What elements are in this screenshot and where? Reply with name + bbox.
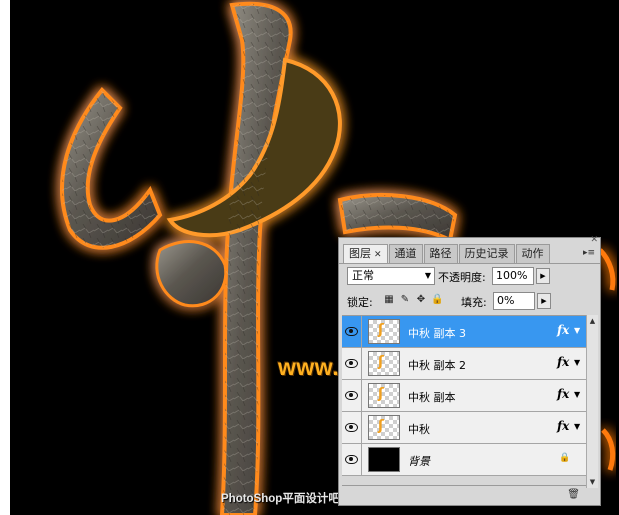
layer-name: 背景 xyxy=(408,455,430,468)
tab-history[interactable]: 历史记录 xyxy=(458,244,515,263)
expand-effects-icon[interactable]: ▼ xyxy=(574,358,580,367)
tab-label: 通道 xyxy=(394,247,417,260)
visibility-toggle[interactable] xyxy=(342,380,362,411)
fx-icon[interactable]: fx xyxy=(557,323,569,337)
layer-row[interactable]: ʃ 中秋 副本 3 fx ▼ xyxy=(342,316,586,348)
tab-divider xyxy=(339,263,600,264)
layer-row[interactable]: ʃ 中秋 fx ▼ xyxy=(342,412,586,444)
lock-row: 锁定: ▦ ✎ ✥ 🔒 填充: 0% ▶ xyxy=(343,290,598,312)
layer-list-scrollbar[interactable]: ▲ ▼ xyxy=(586,315,598,488)
eye-icon xyxy=(345,391,358,400)
eye-icon xyxy=(345,455,358,464)
layer-thumbnail: ʃ xyxy=(368,319,400,344)
layer-thumbnail: ʃ xyxy=(368,383,400,408)
layer-thumbnail: ʃ xyxy=(368,415,400,440)
layer-thumbnail: ʃ xyxy=(368,351,400,376)
visibility-toggle[interactable] xyxy=(342,412,362,443)
expand-effects-icon[interactable]: ▼ xyxy=(574,390,580,399)
panel-bottom-bar: 🗑 xyxy=(342,485,586,504)
fx-icon[interactable]: fx xyxy=(557,419,569,433)
layer-name: 中秋 xyxy=(408,423,430,436)
lock-icon: 🔒 xyxy=(559,453,571,463)
dropdown-arrow-icon: ▼ xyxy=(424,271,431,280)
layers-panel: ✕ 图层 ✕ 通道 路径 历史记录 动作 ▸≡ 正常 ▼ 不透明度: 100% ▶… xyxy=(338,235,601,506)
opacity-slider-button[interactable]: ▶ xyxy=(536,268,550,284)
fx-icon[interactable]: fx xyxy=(557,355,569,369)
layer-name: 中秋 副本 xyxy=(408,391,456,404)
lock-position-move-icon[interactable]: ✥ xyxy=(415,294,427,306)
lock-all-icon[interactable]: 🔒 xyxy=(431,294,443,306)
visibility-toggle[interactable] xyxy=(342,348,362,379)
layer-row[interactable]: 背景 🔒 xyxy=(342,444,586,476)
opacity-label: 不透明度: xyxy=(438,271,486,284)
tab-channels[interactable]: 通道 xyxy=(388,244,423,263)
text-shape-icon: ʃ xyxy=(378,322,384,338)
eye-icon xyxy=(345,359,358,368)
panel-tabs: 图层 ✕ 通道 路径 历史记录 动作 xyxy=(343,244,551,264)
lock-label: 锁定: xyxy=(347,296,373,309)
layer-name: 中秋 副本 2 xyxy=(408,359,466,372)
blend-row: 正常 ▼ 不透明度: 100% ▶ xyxy=(343,266,598,288)
layer-name: 中秋 副本 3 xyxy=(408,327,466,340)
eye-icon xyxy=(345,423,358,432)
tab-label: 动作 xyxy=(521,247,544,260)
visibility-toggle[interactable] xyxy=(342,316,362,347)
expand-effects-icon[interactable]: ▼ xyxy=(574,326,580,335)
expand-effects-icon[interactable]: ▼ xyxy=(574,422,580,431)
text-shape-icon: ʃ xyxy=(378,418,384,434)
fill-input[interactable]: 0% xyxy=(493,292,535,310)
tab-layers[interactable]: 图层 ✕ xyxy=(343,244,388,264)
panel-menu-icon[interactable]: ▸≡ xyxy=(582,247,596,259)
layer-list: ʃ 中秋 副本 3 fx ▼ ʃ 中秋 副本 2 fx ▼ ʃ 中秋 副本 fx… xyxy=(342,315,586,476)
scroll-up-icon[interactable]: ▲ xyxy=(587,315,598,327)
eye-icon xyxy=(345,327,358,336)
opacity-input[interactable]: 100% xyxy=(492,267,534,285)
lock-pixels-brush-icon[interactable]: ✎ xyxy=(399,294,411,306)
fx-icon[interactable]: fx xyxy=(557,387,569,401)
layer-row[interactable]: ʃ 中秋 副本 fx ▼ xyxy=(342,380,586,412)
blend-mode-select[interactable]: 正常 ▼ xyxy=(347,267,435,285)
scroll-down-icon[interactable]: ▼ xyxy=(587,476,598,488)
layer-row[interactable]: ʃ 中秋 副本 2 fx ▼ xyxy=(342,348,586,380)
tab-paths[interactable]: 路径 xyxy=(423,244,458,263)
tab-label: 图层 xyxy=(349,247,371,260)
close-icon: ✕ xyxy=(590,235,598,245)
tab-label: 路径 xyxy=(429,247,452,260)
panel-close-button[interactable]: ✕ xyxy=(586,235,600,246)
layer-thumbnail xyxy=(368,447,400,472)
visibility-toggle[interactable] xyxy=(342,444,362,475)
tab-actions[interactable]: 动作 xyxy=(515,244,550,263)
close-icon[interactable]: ✕ xyxy=(374,250,382,260)
tab-label: 历史记录 xyxy=(464,247,509,260)
fill-slider-button[interactable]: ▶ xyxy=(537,293,551,309)
trash-icon[interactable]: 🗑 xyxy=(567,489,580,500)
text-shape-icon: ʃ xyxy=(378,354,384,370)
blend-mode-value: 正常 xyxy=(352,269,374,282)
lock-transparency-icon[interactable]: ▦ xyxy=(383,294,395,306)
fill-label: 填充: xyxy=(461,296,487,309)
text-shape-icon: ʃ xyxy=(378,386,384,402)
